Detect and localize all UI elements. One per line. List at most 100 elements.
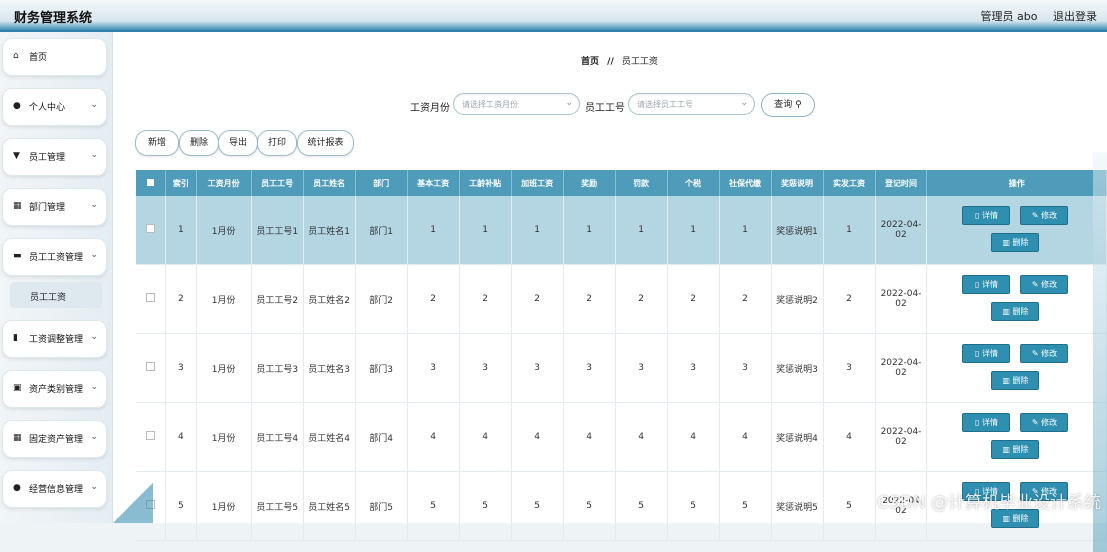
cell-name: 员工姓名1 [303,196,356,265]
sidebar-item-label: 员工管理 [29,153,66,163]
date-line-2: 02 [895,230,907,240]
sidebar-item-salary-adjust[interactable]: ▮ 工资调整管理 ⌄ [2,320,107,358]
edit-button[interactable]: ✎ 修改 [1020,206,1069,225]
add-button[interactable]: 新增 [135,130,179,156]
bar-chart-icon: ▮ [13,333,18,343]
sidebar-item-fixed-assets[interactable]: ▦ 固定资产管理 ⌄ [2,420,107,458]
row-select-cell[interactable] [136,333,167,403]
sidebar-item-label: 个人中心 [29,103,66,113]
table-row[interactable]: 1 1月份 员工工号1 员工姓名1 部门1 1 1 1 1 1 1 1 奖惩说明1 1 2022-04- 02… [136,196,1107,265]
cell-overtime: 2 [511,264,564,334]
column-header: 操作 [926,170,1107,196]
print-button[interactable]: 打印 [257,130,297,156]
cell-tax: 5 [667,471,720,541]
row-checkbox[interactable] [146,224,156,233]
edit-label: 修改 [1041,280,1058,289]
row-checkbox[interactable] [146,431,156,440]
query-button[interactable]: 查询 ⚲ [761,93,815,117]
table-row[interactable]: 4 1月份 员工工号4 员工姓名4 部门4 4 4 4 4 4 4 4 奖惩说明4 4 2022-04- 02… [136,402,1107,472]
sidebar-item-asset-category[interactable]: ▣ 资产类别管理 ⌄ [2,370,107,408]
cell-bonus: 1 [563,196,616,265]
sidebar-item-label: 固定资产管理 [29,435,84,445]
cell-fine: 2 [615,264,668,334]
file-icon: ▯ [975,280,982,289]
chevron-down-icon: ⌄ [90,432,98,442]
top-bar: 财务管理系统 管理员 abo 退出登录 [0,0,1107,32]
column-header: 索引 [165,170,197,196]
detail-button[interactable]: ▯ 详情 [962,413,1011,432]
row-checkbox[interactable] [146,362,156,371]
report-button[interactable]: 统计报表 [297,130,354,156]
breadcrumb-current: 员工工资 [621,57,658,67]
row-select-cell[interactable] [136,196,167,265]
cell-seniority: 5 [459,471,512,541]
select-all-checkbox[interactable] [147,178,155,186]
sidebar-item-departments[interactable]: ▦ 部门管理 ⌄ [2,188,107,226]
cell-dept: 部门2 [355,264,408,334]
detail-label: 详情 [981,349,998,358]
cell-bonus: 3 [563,333,616,403]
row-select-cell[interactable] [136,402,167,472]
sidebar-subitem-salary[interactable]: 员工工资 [10,282,102,308]
cell-bonus: 4 [563,402,616,472]
sidebar-item-label: 工资调整管理 [29,335,84,345]
edit-button[interactable]: ✎ 修改 [1020,413,1069,432]
cell-month: 1月份 [196,333,252,403]
chevron-down-icon: ⌄ [90,482,98,492]
column-header: 工龄补贴 [459,170,512,196]
detail-button[interactable]: ▯ 详情 [962,275,1011,294]
edit-button[interactable]: ✎ 修改 [1020,344,1069,363]
column-header: 个税 [667,170,720,196]
cell-dept: 部门5 [355,471,408,541]
cell-fine: 3 [615,333,668,403]
date-line-1: 2022-04- [880,289,922,299]
shield-icon: ▼ [13,151,20,161]
clipboard-icon: ▣ [13,383,22,393]
employee-select[interactable]: 请选择员工工号 ⌄ [628,93,755,115]
cell-name: 员工姓名4 [303,402,356,472]
cell-social: 2 [719,264,772,334]
row-select-cell[interactable] [136,264,167,334]
app-title: 财务管理系统 [14,11,93,26]
grid-icon: ▦ [13,433,22,443]
cell-month: 1月份 [196,196,252,265]
row-checkbox[interactable] [146,293,156,302]
top-right-area: 管理员 abo 退出登录 [969,8,1097,24]
detail-button[interactable]: ▯ 详情 [962,344,1011,363]
month-select[interactable]: 请选择工资月份 ⌄ [453,93,580,115]
sidebar-item-label: 经营信息管理 [29,485,84,495]
sidebar-item-home[interactable]: ⌂ 首页 [2,38,107,76]
detail-button[interactable]: ▯ 详情 [962,206,1011,225]
sidebar-item-profile[interactable]: ● 个人中心 ⌄ [2,88,107,126]
sidebar-item-operations[interactable]: ● 经营信息管理 ⌄ [2,470,107,508]
cell-social: 5 [719,471,772,541]
logout-link[interactable]: 退出登录 [1053,10,1097,23]
sidebar-item-employees[interactable]: ▼ 员工管理 ⌄ [2,138,107,176]
edit-button[interactable]: ✎ 修改 [1020,275,1069,294]
cell-name: 员工姓名3 [303,333,356,403]
breadcrumb-home[interactable]: 首页 [581,57,599,67]
delete-row-button[interactable]: ▥ 删除 [991,440,1040,459]
cell-bonus: 2 [563,264,616,334]
table-row[interactable]: 2 1月份 员工工号2 员工姓名2 部门2 2 2 2 2 2 2 2 奖惩说明2 2 2022-04- 02… [136,264,1107,334]
emp-filter-label: 员工工号 [585,103,625,114]
query-button-label: 查询 [774,100,793,110]
delete-row-button[interactable]: ▥ 删除 [991,371,1040,390]
delete-button[interactable]: 删除 [179,130,219,156]
file-icon: ▯ [975,418,982,427]
cell-dept: 部门4 [355,402,408,472]
sidebar-item-salary[interactable]: ▬ 员工工资管理 ⌄ [2,238,107,276]
search-icon: ⚲ [795,100,802,110]
delete-row-button[interactable]: ▥ 删除 [991,302,1040,321]
date-line-2: 02 [895,437,907,447]
cell-emp_no: 员工工号4 [251,402,304,472]
date-line-2: 02 [895,299,907,309]
edit-icon: ✎ [1031,211,1042,220]
delete-row-button[interactable]: ▥ 删除 [991,233,1040,252]
sidebar: ⌂ 首页 ● 个人中心 ⌄ ▼ 员工管理 ⌄ ▦ 部门管理 ⌄ ▬ 员工工资管理… [0,32,113,523]
select-all-cell[interactable] [136,170,167,196]
cell-net: 4 [823,402,876,472]
table-row[interactable]: 3 1月份 员工工号3 员工姓名3 部门3 3 3 3 3 3 3 3 奖惩说明3 3 2022-04- 02… [136,333,1107,403]
export-button[interactable]: 导出 [218,130,258,156]
cell-date: 2022-04- 02 [875,402,928,472]
